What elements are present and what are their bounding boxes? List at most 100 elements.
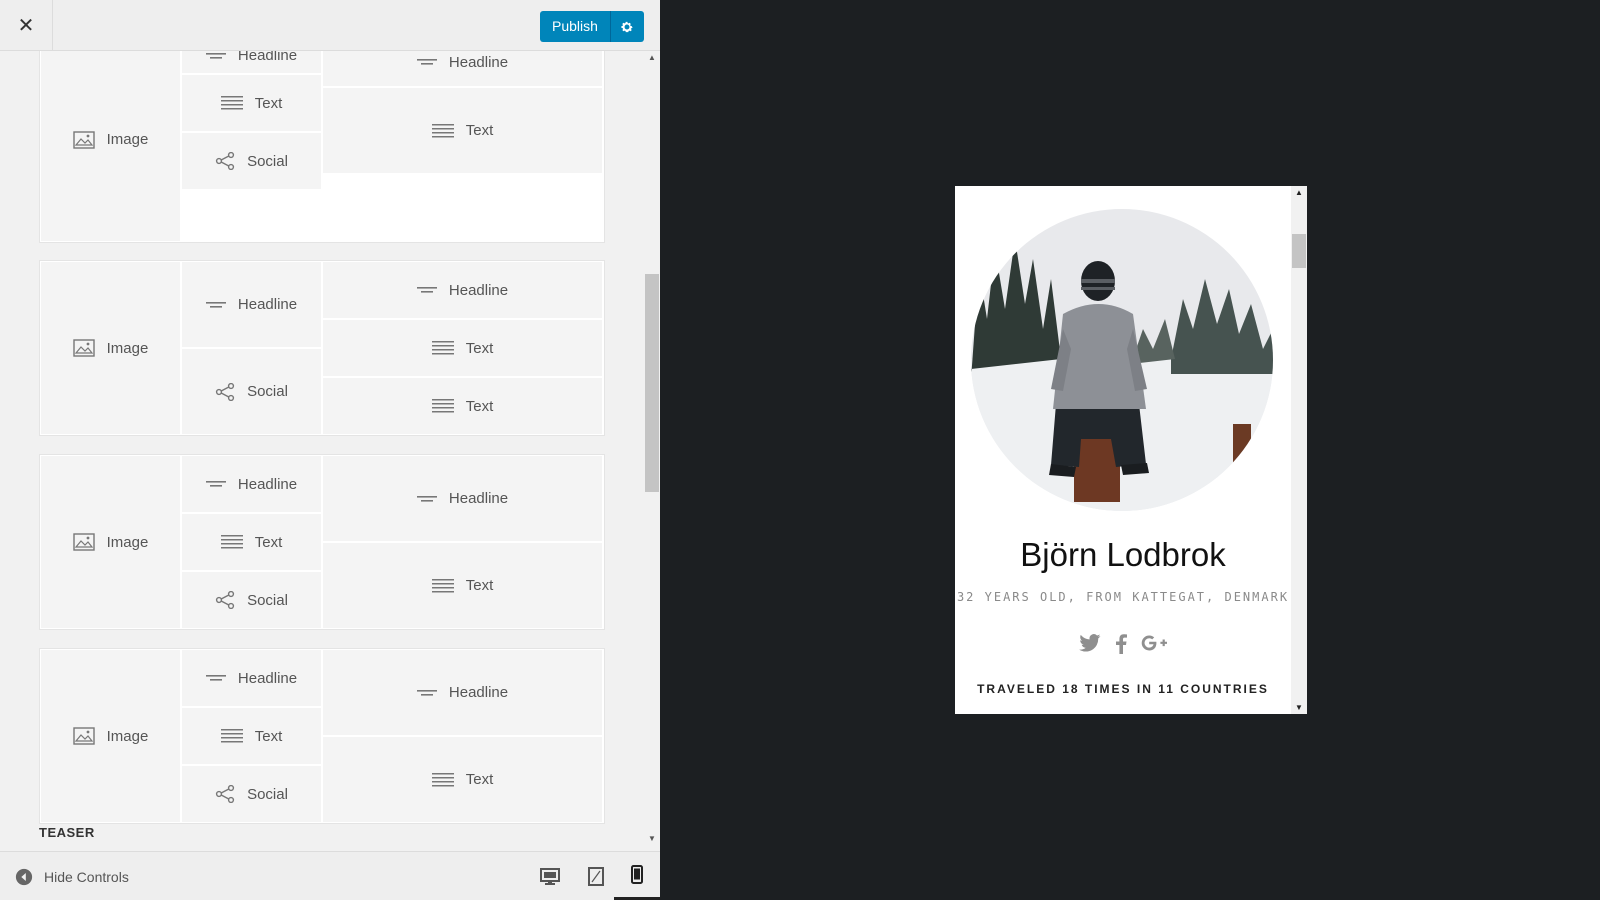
- close-icon: ✕: [17, 14, 35, 37]
- headline-icon: [416, 688, 437, 698]
- cell-label: Text: [465, 122, 494, 139]
- cell-label: Text: [465, 397, 494, 415]
- cell-label: Headline: [448, 490, 509, 507]
- cell-label: Text: [254, 533, 283, 551]
- headline-block[interactable]: Headline: [182, 262, 321, 347]
- cell-label: Text: [465, 339, 494, 357]
- share-icon: [215, 152, 235, 170]
- headline-icon: [416, 494, 437, 504]
- text-icon: [220, 96, 243, 110]
- social-block[interactable]: Social: [182, 572, 321, 628]
- layout-option[interactable]: Image Headline Text Social Headline Text: [39, 454, 605, 630]
- headline-block[interactable]: Headline: [323, 262, 602, 318]
- profile-stat: TRAVELED 18 TIMES IN 11 COUNTRIES: [977, 682, 1269, 696]
- image-block[interactable]: Image: [41, 456, 180, 628]
- headline-icon: [416, 57, 437, 67]
- text-icon: [431, 123, 454, 138]
- cell-label: Image: [106, 131, 149, 148]
- headline-icon: [205, 300, 226, 310]
- headline-block[interactable]: Headline: [182, 650, 321, 706]
- preview-scroll-down-icon[interactable]: ▼: [1291, 703, 1307, 712]
- text-icon: [431, 399, 454, 413]
- cell-label: Text: [254, 94, 283, 112]
- cell-label: Social: [247, 591, 288, 609]
- headline-block[interactable]: Headline: [323, 456, 602, 541]
- mobile-preview-frame: Björn Lodbrok 32 YEARS OLD, FROM KATTEGA…: [955, 186, 1307, 714]
- headline-block[interactable]: Headline: [323, 51, 602, 86]
- cell-label: Headline: [237, 51, 298, 64]
- text-block[interactable]: Text: [323, 737, 602, 822]
- image-icon: [72, 339, 95, 357]
- social-block[interactable]: Social: [182, 766, 321, 822]
- profile-name: Björn Lodbrok: [1020, 536, 1226, 573]
- cell-label: Image: [106, 533, 149, 551]
- headline-block[interactable]: Headline: [182, 51, 321, 73]
- image-icon: [72, 533, 95, 551]
- preview-scroll-up-icon[interactable]: ▲: [1291, 188, 1307, 197]
- publish-button[interactable]: Publish: [540, 11, 611, 42]
- gear-icon: [621, 21, 634, 32]
- headline-icon: [416, 285, 437, 295]
- image-block[interactable]: Image: [41, 650, 180, 822]
- text-block[interactable]: Text: [323, 543, 602, 628]
- social-block[interactable]: Social: [182, 133, 321, 189]
- cell-label: Headline: [237, 669, 298, 687]
- headline-icon: [205, 673, 226, 683]
- profile-subtitle: 32 YEARS OLD, FROM KATTEGAT, DENMARK: [956, 590, 1290, 604]
- image-block[interactable]: Image: [41, 262, 180, 434]
- image-icon: [72, 130, 95, 149]
- layout-option[interactable]: Image Headline Text Social Headline Text: [39, 648, 605, 824]
- publish-settings-button[interactable]: [610, 11, 644, 42]
- tablet-icon: [588, 867, 604, 886]
- headline-block[interactable]: Headline: [182, 456, 321, 512]
- share-icon: [215, 591, 235, 609]
- headline-icon: [205, 51, 226, 61]
- layout-list[interactable]: Image Headline Text Social Headline Text Image…: [0, 51, 660, 851]
- layout-option[interactable]: Image Headline Text Social Headline Text: [39, 51, 605, 243]
- image-block[interactable]: Image: [41, 51, 180, 241]
- cell-label: Headline: [448, 53, 509, 71]
- cell-label: Social: [247, 152, 288, 170]
- desktop-icon: [540, 867, 560, 885]
- headline-icon: [205, 479, 226, 489]
- facebook-icon[interactable]: [1115, 634, 1127, 654]
- hide-controls-button[interactable]: Hide Controls: [15, 852, 129, 900]
- section-heading-teaser: TEASER: [39, 825, 95, 840]
- text-block[interactable]: Text: [182, 514, 321, 570]
- text-block[interactable]: Text: [323, 378, 602, 434]
- cell-label: Headline: [237, 296, 298, 313]
- cell-label: Headline: [448, 684, 509, 701]
- text-block[interactable]: Text: [323, 88, 602, 173]
- panel-scrollbar-thumb[interactable]: [645, 274, 659, 492]
- cell-label: Social: [247, 383, 288, 400]
- text-block[interactable]: Text: [182, 708, 321, 764]
- close-button[interactable]: ✕: [0, 0, 53, 50]
- desktop-preview-button[interactable]: [527, 852, 573, 900]
- text-block[interactable]: Text: [323, 320, 602, 376]
- google-plus-icon[interactable]: [1141, 634, 1167, 654]
- collapse-arrow-icon: [15, 868, 33, 885]
- scroll-up-arrow-icon[interactable]: ▲: [644, 53, 660, 67]
- text-icon: [431, 578, 454, 593]
- cell-label: Image: [106, 727, 149, 745]
- mobile-preview-button[interactable]: [614, 852, 660, 900]
- image-icon: [72, 727, 95, 745]
- cell-label: Headline: [237, 475, 298, 493]
- scroll-down-arrow-icon[interactable]: ▼: [644, 834, 660, 848]
- cell-label: Text: [254, 727, 283, 745]
- publish-group: Publish: [540, 11, 644, 42]
- share-icon: [215, 785, 235, 803]
- preview-scrollbar-thumb[interactable]: [1292, 234, 1306, 268]
- layout-option[interactable]: Image Headline Social Headline Text Text: [39, 260, 605, 436]
- text-icon: [220, 729, 243, 743]
- headline-block[interactable]: Headline: [323, 650, 602, 735]
- text-icon: [220, 535, 243, 549]
- hide-controls-label: Hide Controls: [44, 868, 129, 885]
- twitter-icon[interactable]: [1079, 634, 1101, 654]
- cell-label: Text: [465, 771, 494, 788]
- text-icon: [431, 772, 454, 787]
- cell-label: Image: [106, 339, 149, 357]
- text-block[interactable]: Text: [182, 75, 321, 131]
- tablet-preview-button[interactable]: [573, 852, 619, 900]
- social-block[interactable]: Social: [182, 349, 321, 434]
